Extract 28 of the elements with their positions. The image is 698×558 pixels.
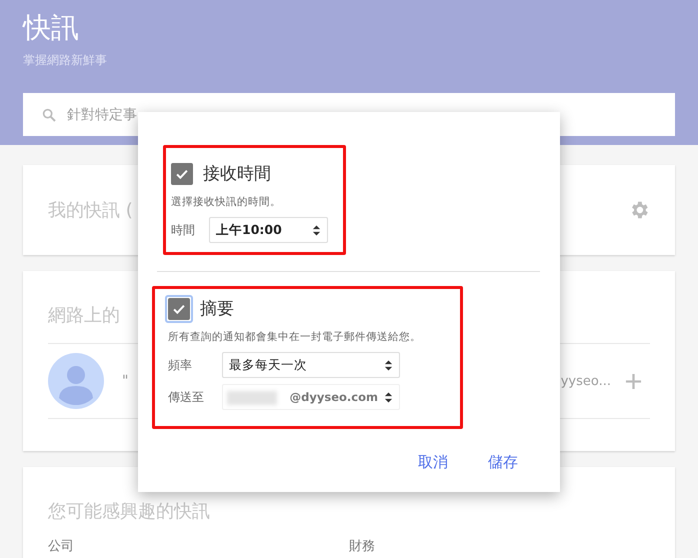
field-label: 傳送至 xyxy=(168,388,205,406)
app-title: 快訊 xyxy=(23,10,80,46)
section-title: 接收時間 xyxy=(203,163,271,185)
select-field[interactable]: 上午10:00 xyxy=(209,217,328,243)
checkbox[interactable] xyxy=(171,162,193,184)
select-field[interactable]: 最多每天一次 xyxy=(222,352,400,378)
alert-query: " xyxy=(122,373,128,389)
sort-arrows-icon xyxy=(384,390,393,404)
section-description: 選擇接收快訊的時間。 xyxy=(171,195,282,209)
dialog-button[interactable]: 儲存 xyxy=(486,451,520,474)
alert-source: yyseo... xyxy=(560,374,611,388)
sort-arrows-icon xyxy=(312,224,321,236)
search-input[interactable]: 針對特定事 xyxy=(65,106,675,124)
avatar-icon xyxy=(48,353,104,409)
sort-arrows-icon xyxy=(384,358,393,372)
category-heading: 公司 xyxy=(48,538,75,555)
field-label: 時間 xyxy=(171,222,196,238)
field-label: 頻率 xyxy=(168,356,193,374)
card-title: 您可能感興趣的快訊 xyxy=(48,501,210,522)
section-title: 摘要 xyxy=(200,298,234,320)
search-icon xyxy=(41,106,57,122)
dialog-button[interactable]: 取消 xyxy=(416,451,450,474)
category-heading: 財務 xyxy=(349,538,376,555)
select-field[interactable]: @dyyseo.com xyxy=(222,384,400,410)
app-subtitle: 掌握網路新鮮事 xyxy=(23,52,108,69)
card-title: 我的快訊 ( xyxy=(48,199,133,222)
card-title: 網路上的 xyxy=(48,305,120,326)
section-description: 所有查詢的通知都會集中在一封電子郵件傳送給您。 xyxy=(168,330,422,344)
